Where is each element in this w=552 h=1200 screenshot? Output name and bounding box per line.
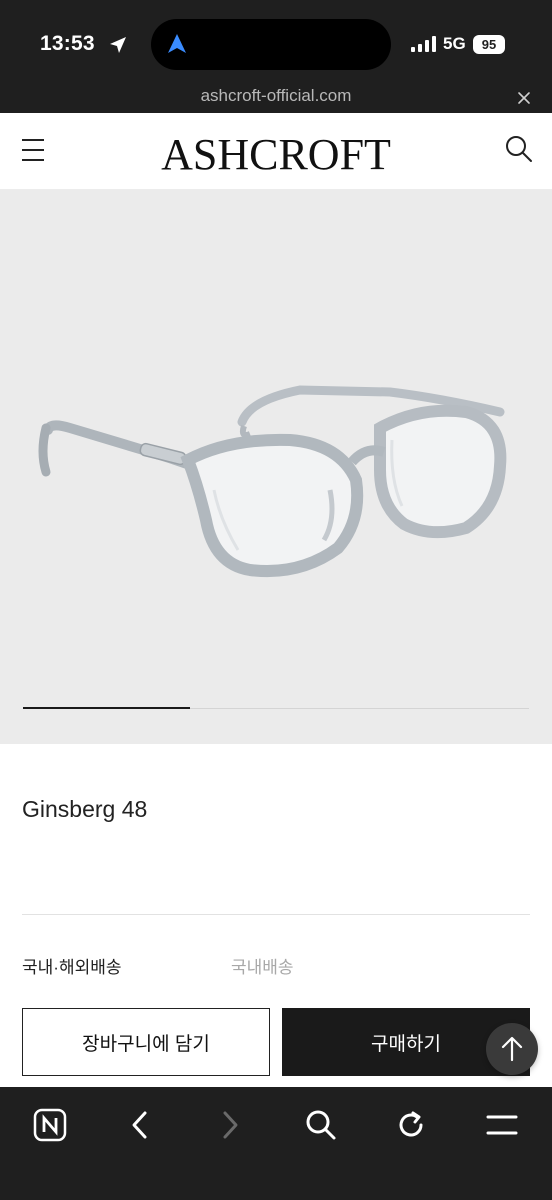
scroll-to-top-button[interactable] [486,1023,538,1075]
divider [22,914,530,915]
search-icon[interactable] [299,1103,343,1147]
forward-icon[interactable] [208,1103,252,1147]
refresh-icon[interactable] [389,1103,433,1147]
shipping-value: 국내배송 [231,958,294,977]
add-to-cart-button[interactable]: 장바구니에 담기 [22,1008,270,1076]
arrow-up-icon [501,1036,523,1062]
address-bar[interactable]: ashcroft-official.com [0,82,552,113]
search-icon[interactable] [504,134,534,164]
battery-icon: 95 [473,35,505,54]
status-bar: 13:53 5G 95 [0,0,552,82]
menu-icon[interactable] [480,1103,524,1147]
product-image-gallery[interactable] [0,190,552,744]
product-name: Ginsberg 48 [22,796,148,822]
location-arrow-icon [110,37,126,53]
browser-toolbar [0,1087,552,1200]
url-text[interactable]: ashcroft-official.com [0,86,552,106]
close-icon[interactable] [514,88,534,108]
cellular-signal-icon [411,36,436,52]
navigation-app-icon [168,34,186,53]
gallery-progress-indicator [23,707,190,709]
site-header: ASHCROFT [0,113,552,190]
back-icon[interactable] [118,1103,162,1147]
status-time: 13:53 [40,32,95,55]
network-type: 5G [443,34,466,53]
naver-n-icon[interactable] [28,1103,72,1147]
site-logo[interactable]: ASHCROFT [0,129,552,180]
shipping-label: 국내·해외배송 [22,958,122,977]
glasses-photo [38,385,507,578]
